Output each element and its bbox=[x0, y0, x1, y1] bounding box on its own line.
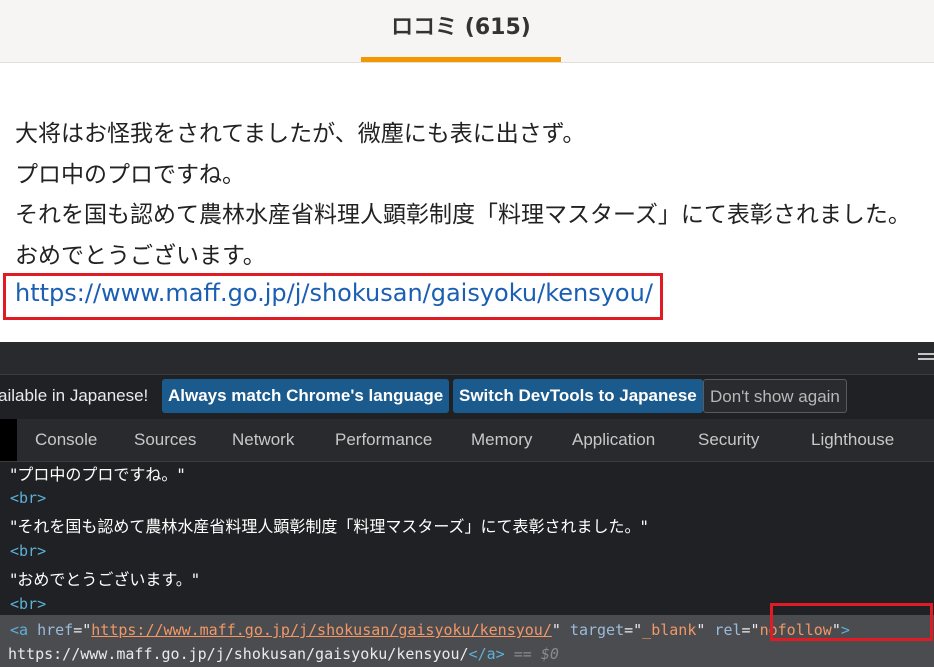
tab-console[interactable]: Console bbox=[35, 430, 97, 450]
rel-attr: rel bbox=[714, 621, 742, 639]
tab-security[interactable]: Security bbox=[698, 430, 759, 450]
tab-sources[interactable]: Sources bbox=[134, 430, 196, 450]
infobar-message: ailable in Japanese! bbox=[0, 386, 149, 405]
attr-quote: " bbox=[551, 621, 561, 639]
review-line: それを国も認めて農林水産省料理人顕彰制度「料理マスターズ」にて表彰されました。 bbox=[15, 202, 911, 228]
tab-application[interactable]: Application bbox=[572, 430, 655, 450]
href-value-link[interactable]: https://www.maff.go.jp/j/shokusan/gaisyo… bbox=[91, 621, 552, 639]
br-node[interactable]: <br> bbox=[10, 542, 46, 560]
attr-eq: =" bbox=[624, 621, 643, 639]
drag-handle-icon[interactable] bbox=[918, 353, 934, 363]
review-line: おめでとうございます。 bbox=[15, 242, 266, 269]
tab-memory[interactable]: Memory bbox=[471, 430, 532, 450]
anchor-node-content[interactable]: https://www.maff.go.jp/j/shokusan/gaisyo… bbox=[8, 645, 559, 663]
devtools-resize-bar[interactable] bbox=[0, 342, 934, 374]
selected-node-marker: == $0 bbox=[504, 645, 559, 663]
review-tab-bar: ロコミ (615) bbox=[0, 0, 934, 63]
tag-open: <a bbox=[10, 621, 38, 639]
br-node[interactable]: <br> bbox=[10, 595, 46, 613]
tab-active-underline bbox=[361, 57, 561, 62]
review-body: 大将はお怪我をされてましたが、微塵にも表に出さず。 プロ中のプロですね。 それを… bbox=[15, 114, 934, 276]
tab-elements[interactable] bbox=[0, 419, 17, 461]
tab-performance[interactable]: Performance bbox=[335, 430, 432, 450]
anchor-node-open[interactable]: <a href="https://www.maff.go.jp/j/shokus… bbox=[10, 621, 850, 639]
dont-show-again-button[interactable]: Don't show again bbox=[703, 379, 847, 413]
br-node[interactable]: <br> bbox=[10, 489, 46, 507]
text-node[interactable]: "それを国も認めて農林水産省料理人顕彰制度「料理マスターズ」にて表彰されました。… bbox=[10, 513, 648, 537]
text-node[interactable]: "おめでとうございます。" bbox=[10, 566, 199, 590]
tab-network[interactable]: Network bbox=[232, 430, 294, 450]
tab-lighthouse[interactable]: Lighthouse bbox=[811, 430, 894, 450]
devtools-tab-strip: Console Sources Network Performance Memo… bbox=[0, 419, 934, 462]
attr-eq: =" bbox=[73, 621, 92, 639]
review-line: 大将はお怪我をされてましたが、微塵にも表に出さず。 bbox=[15, 121, 586, 147]
always-match-language-button[interactable]: Always match Chrome's language bbox=[162, 379, 450, 413]
anchor-text: https://www.maff.go.jp/j/shokusan/gaisyo… bbox=[8, 645, 469, 663]
language-infobar: ailable in Japanese! Always match Chrome… bbox=[0, 374, 934, 421]
switch-devtools-language-button[interactable]: Switch DevTools to Japanese bbox=[453, 379, 703, 413]
target-value: _blank bbox=[642, 621, 697, 639]
attr-eq: =" bbox=[741, 621, 760, 639]
tag-close: </a> bbox=[468, 645, 505, 663]
highlight-box-link bbox=[3, 273, 663, 320]
tab-reviews-label: ロコミ (615) bbox=[391, 15, 531, 40]
highlight-box-rel bbox=[770, 603, 933, 641]
text-node[interactable]: "プロ中のプロですね。" bbox=[10, 461, 185, 485]
href-attr: href bbox=[37, 621, 74, 639]
review-line: プロ中のプロですね。 bbox=[15, 161, 245, 188]
target-attr: target bbox=[560, 621, 625, 639]
tab-reviews[interactable]: ロコミ (615) bbox=[361, 0, 561, 62]
